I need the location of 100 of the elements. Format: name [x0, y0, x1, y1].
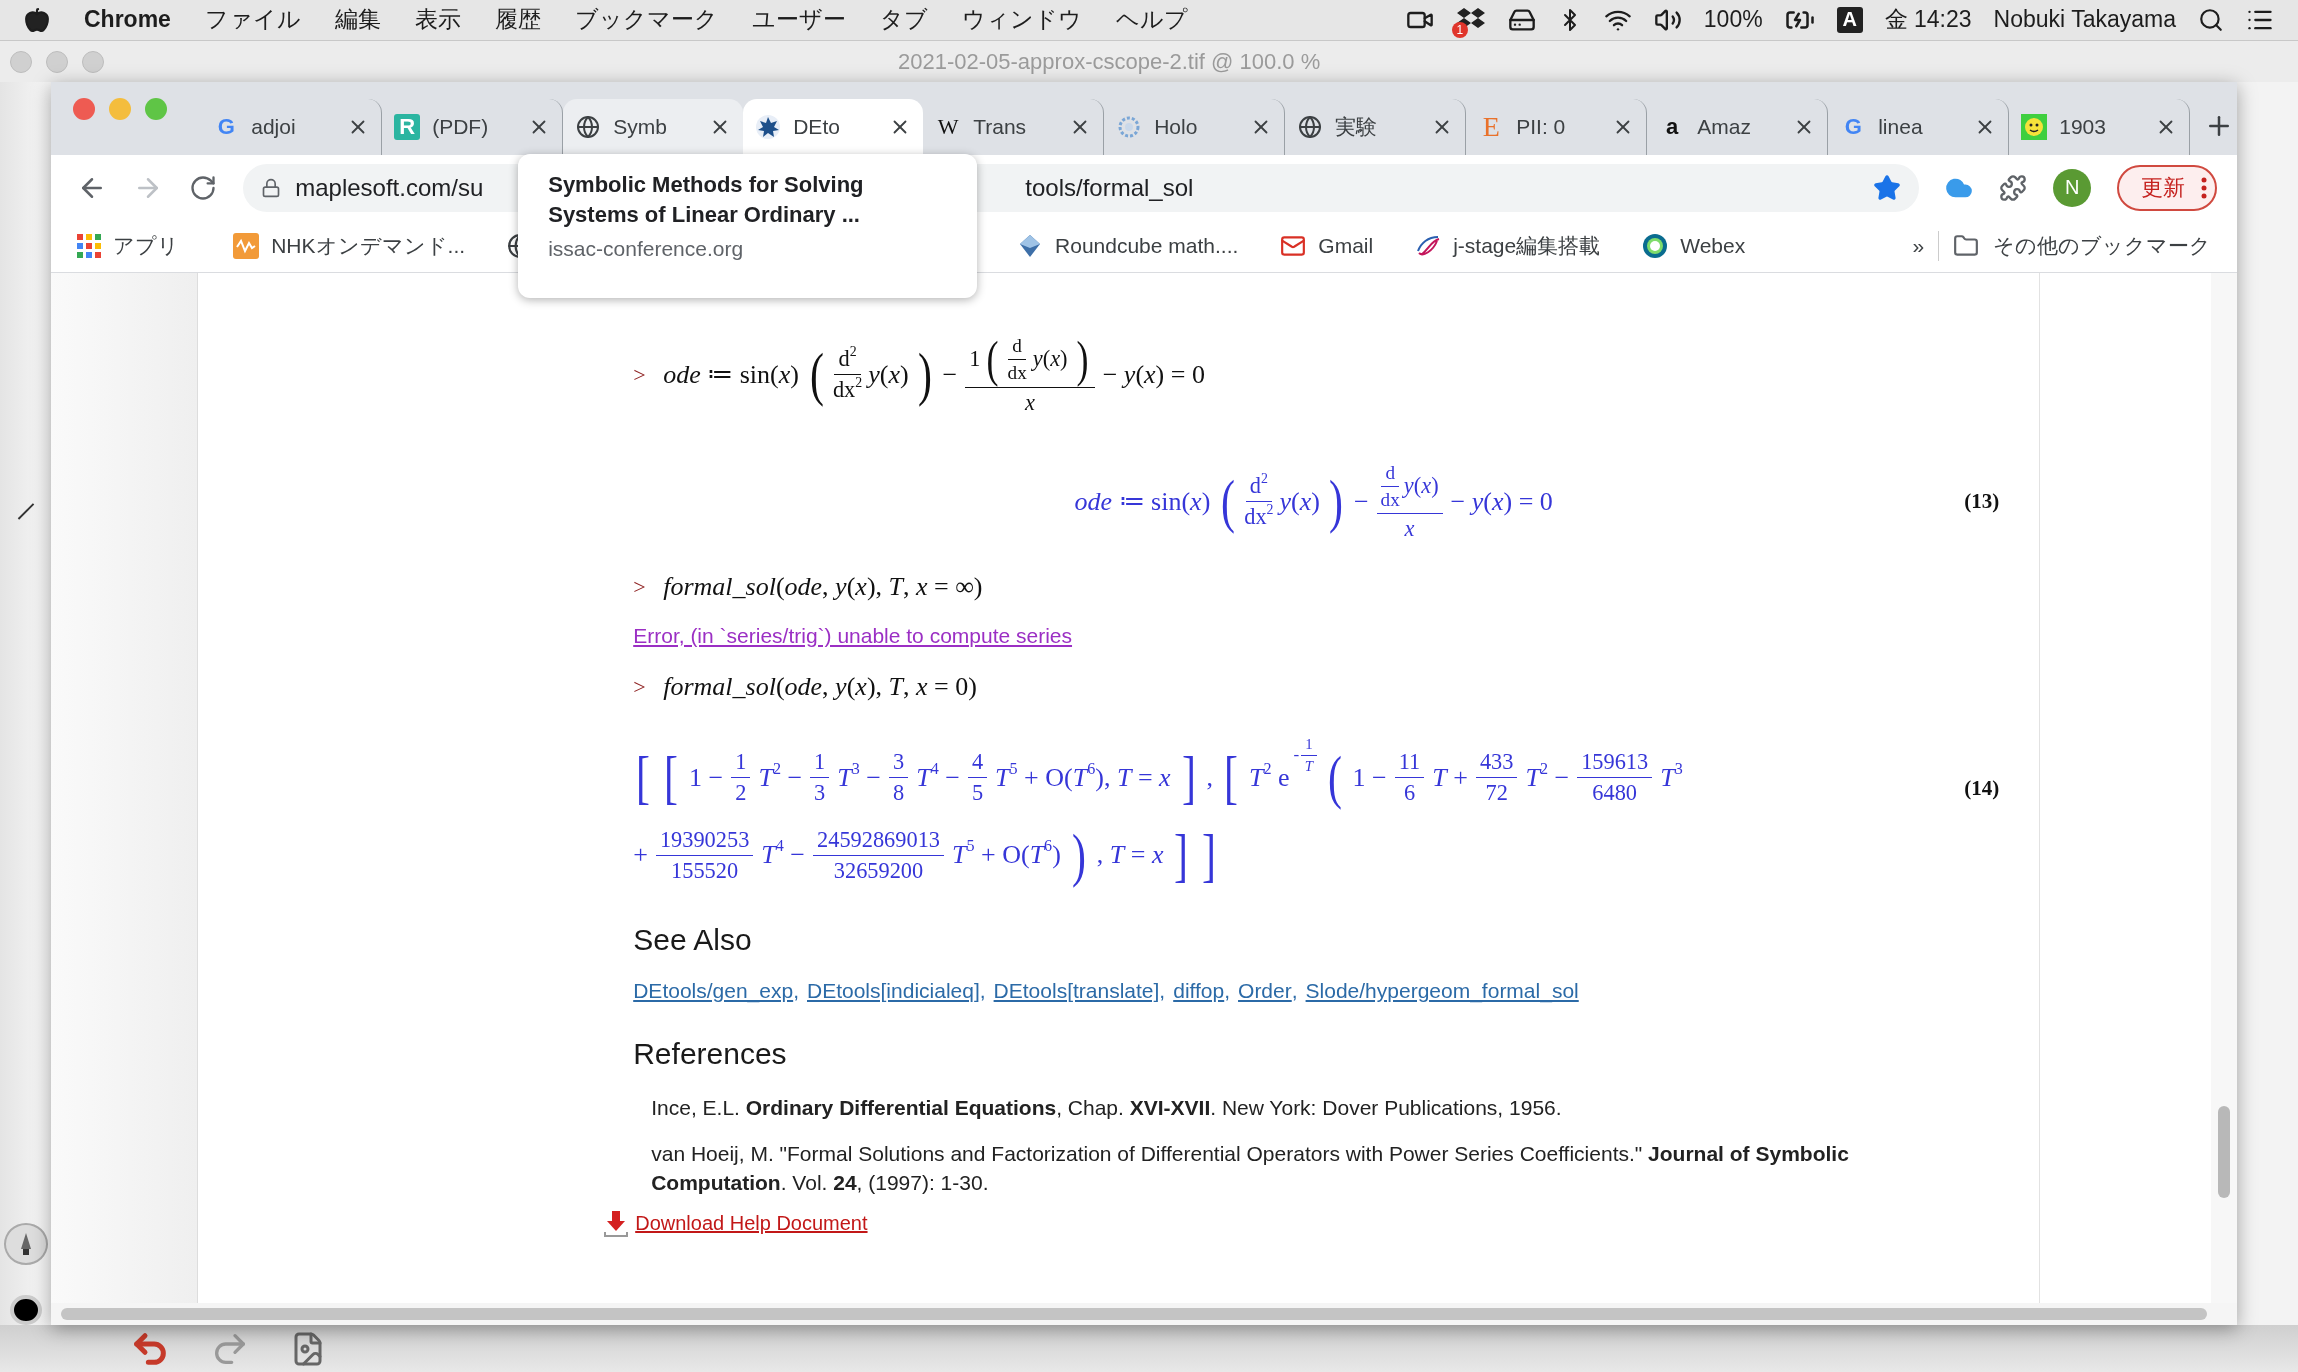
math-text: dx	[1380, 488, 1400, 511]
bracket: ]	[1174, 825, 1189, 886]
parenthesis: )	[1076, 333, 1089, 385]
scrollbar-thumb[interactable]	[61, 1308, 2208, 1321]
globe-icon	[1297, 114, 1324, 141]
math-text: dx	[1007, 361, 1027, 384]
user-name[interactable]: Nobuki Takayama	[1993, 6, 2176, 34]
math-text: 11	[1398, 749, 1421, 776]
menu-item[interactable]: Chrome	[84, 6, 171, 34]
math-text: 72	[1485, 780, 1508, 807]
reference-entry: Ince, E.L. Ordinary Differential Equations, Chap. XVI-XVII. New York: Dover Publications, 1956.	[651, 1095, 1563, 1122]
help-link[interactable]: DEtools[translate]	[993, 979, 1160, 1004]
reload-icon[interactable]	[189, 173, 218, 202]
tooltip-url: issac-conference.org	[548, 236, 745, 261]
math-text: 19390253	[659, 826, 750, 853]
math-text: ,	[1206, 762, 1214, 793]
overflow-chevron[interactable]: »	[1912, 234, 1925, 259]
window-title: 2021-02-05-approx-cscope-2.tif @ 100.0 %	[898, 48, 1321, 75]
math-text: 159613	[1581, 749, 1649, 776]
menu-item[interactable]: ファイル	[204, 4, 301, 36]
browser-tab[interactable]: G adjoi	[201, 99, 383, 156]
favicon: W	[936, 114, 960, 141]
browser-tab[interactable]: a Amaz	[1647, 99, 1829, 156]
favicon: E	[1481, 114, 1501, 141]
update-button[interactable]: 更新	[2117, 164, 2218, 211]
math-text: − y(x) = 0	[1450, 486, 1553, 517]
star-icon[interactable]	[1873, 173, 1902, 202]
input-source-indicator[interactable]: A	[1836, 6, 1863, 33]
bookmark-label[interactable]: Gmail	[1318, 234, 1374, 259]
browser-tab[interactable]: DEto	[743, 99, 924, 156]
math-text: 1 −	[1352, 762, 1387, 793]
bookmark-label[interactable]: アプリ	[113, 232, 180, 261]
parenthesis: (	[1221, 471, 1236, 532]
help-link[interactable]: diffop	[1173, 979, 1225, 1004]
math-text: d$^{2}$	[838, 346, 857, 373]
favicon: G	[216, 114, 236, 141]
line-mark	[15, 502, 36, 522]
more-icon	[2201, 176, 2208, 199]
help-link[interactable]: Order	[1238, 979, 1292, 1004]
parenthesis: (	[809, 344, 824, 405]
bookmark-label[interactable]: その他のブックマーク	[1993, 232, 2212, 261]
menu-item[interactable]: ブックマーク	[574, 4, 718, 36]
help-link[interactable]: DEtools/gen_exp	[633, 979, 794, 1004]
extensions-icon[interactable]	[1999, 173, 2028, 202]
menu-item[interactable]: ウィンドウ	[961, 4, 1082, 36]
math-text: 433	[1479, 749, 1514, 776]
math-text: ode ≔ sin(x)	[1074, 486, 1211, 518]
help-link[interactable]: Slode/hypergeom_formal_sol	[1305, 979, 1579, 1004]
math-text: 1 −	[689, 762, 724, 793]
menu-item[interactable]: ユーザー	[751, 4, 846, 36]
favicon: a	[1665, 114, 1680, 141]
clock[interactable]: 金 14:23	[1884, 4, 1972, 36]
input-prompt: >	[633, 673, 647, 700]
color-swatch[interactable]	[9, 1294, 42, 1326]
math-text: 5	[971, 780, 984, 807]
math-text: T$^{5}$ + O(T$^{6}$), T = x	[995, 762, 1171, 793]
bookmark-label[interactable]: Roundcube math....	[1055, 234, 1239, 259]
bookmark-label[interactable]: NHKオンデマンド...	[271, 232, 466, 261]
bracket: ]	[1202, 825, 1217, 886]
scrollbar-thumb[interactable]	[2218, 1106, 2231, 1199]
math-text: T$^{3}$	[1660, 762, 1683, 793]
menu-item[interactable]: 表示	[414, 4, 461, 36]
math-text: 6	[1403, 780, 1416, 807]
math-text: ode ≔ sin(x)	[663, 359, 799, 391]
search-icon[interactable]	[2198, 6, 2224, 33]
math-text: T$^{2}$ e	[1248, 762, 1290, 793]
parenthesis: )	[917, 344, 932, 405]
bookmark-label[interactable]: Webex	[1680, 234, 1746, 259]
menu-item[interactable]: ヘルプ	[1115, 4, 1188, 36]
separator-text: ,	[979, 979, 986, 1004]
math-text: y(x)	[1032, 346, 1068, 373]
bookmark-label[interactable]: j-stage編集搭載	[1453, 232, 1601, 261]
help-link[interactable]: DEtools[indicialeq]	[807, 979, 980, 1004]
math-text: d$^{2}$	[1249, 473, 1268, 500]
input-prompt: >	[633, 573, 647, 600]
math-text: 1	[735, 749, 747, 776]
browser-tab[interactable]: Holo	[1104, 99, 1286, 156]
bracket: )	[1071, 825, 1086, 886]
browser-tab[interactable]: G linea	[1828, 99, 2010, 156]
menu-item[interactable]: 履歴	[494, 4, 541, 36]
equation-label: (13)	[1964, 489, 2000, 515]
math-text: 24592869013	[817, 826, 940, 853]
error-message[interactable]: Error, (in `series/trig`) unable to compute series	[633, 623, 1073, 648]
notification-badge: 1	[1451, 21, 1468, 38]
browser-tab[interactable]: 1903	[2009, 99, 2191, 156]
menu-item[interactable]: タブ	[879, 4, 928, 36]
browser-tab[interactable]: E PII: 0	[1466, 99, 1648, 156]
apple-icon[interactable]	[24, 6, 50, 33]
favicon: R	[394, 114, 421, 141]
browser-tab[interactable]: Symb	[563, 99, 744, 156]
math-text: 1	[969, 346, 981, 373]
wave-icon	[233, 233, 260, 260]
bracket: [	[664, 747, 679, 808]
math-text: +	[633, 840, 648, 871]
window-control[interactable]	[73, 97, 96, 120]
download-icon[interactable]	[603, 1209, 630, 1238]
menu-item[interactable]: 編集	[334, 4, 381, 36]
math-text: 6480	[1592, 780, 1638, 807]
download-link[interactable]: Download Help Document	[635, 1212, 868, 1236]
browser-tab[interactable]: 実験	[1285, 99, 1467, 156]
